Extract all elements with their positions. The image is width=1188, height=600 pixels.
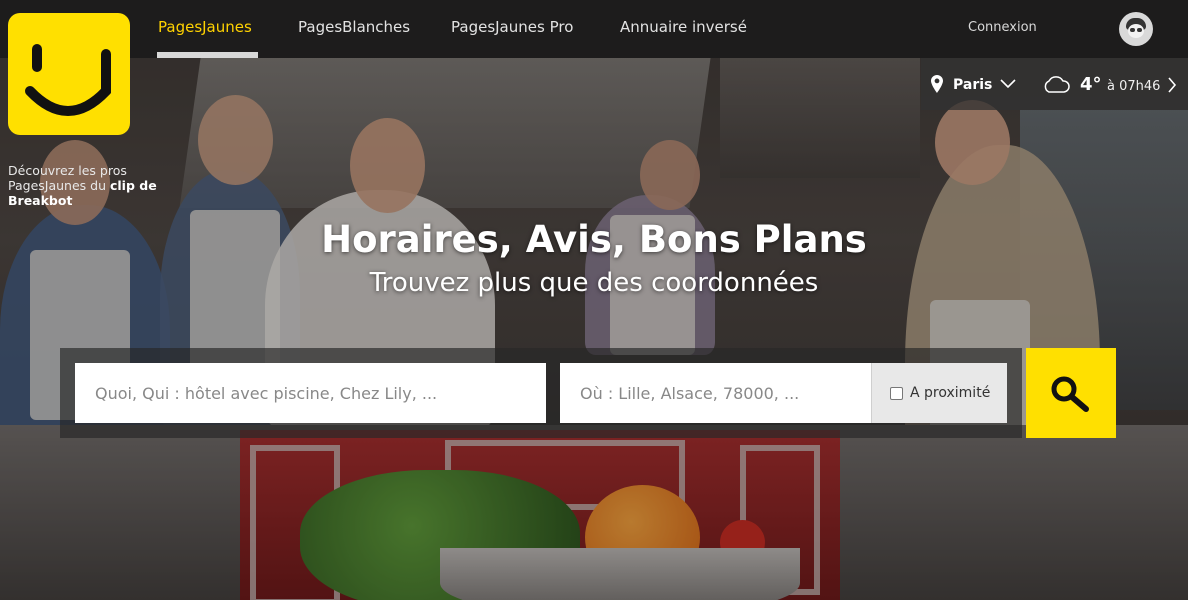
temperature: 4°: [1080, 74, 1102, 95]
city-selector[interactable]: Paris: [953, 77, 992, 93]
hero-title: Horaires, Avis, Bons Plans: [321, 218, 867, 261]
location-weather-bar: Paris 4° à 07h46: [921, 58, 1188, 110]
pagesjaunes-logo[interactable]: [8, 13, 130, 135]
login-link[interactable]: Connexion: [968, 20, 1037, 35]
nav-pagesjaunes[interactable]: PagesJaunes: [158, 18, 252, 36]
chevron-down-icon[interactable]: [1000, 77, 1016, 89]
magnifier-icon: [1051, 376, 1089, 412]
location-pin-icon: [931, 75, 943, 93]
nearby-toggle[interactable]: A proximité: [871, 363, 1007, 423]
what-search-input[interactable]: [75, 363, 546, 423]
where-search-input[interactable]: [560, 363, 871, 423]
nearby-label: A proximité: [910, 385, 991, 401]
nearby-checkbox[interactable]: [890, 387, 903, 400]
hero-subtitle: Trouvez plus que des coordonnées: [369, 268, 819, 298]
cloud-icon: [1044, 76, 1070, 93]
nav-pagesjaunes-pro[interactable]: PagesJaunes Pro: [451, 18, 573, 36]
nav-annuaire-inverse[interactable]: Annuaire inversé: [620, 18, 747, 36]
user-avatar-icon[interactable]: [1119, 12, 1153, 46]
nav-active-indicator: [157, 52, 258, 58]
promo-text: Découvrez les pros PagesJaunes du clip d…: [8, 163, 178, 208]
nav-pagesblanches[interactable]: PagesBlanches: [298, 18, 410, 36]
smiley-logo-icon: [25, 44, 111, 116]
search-button[interactable]: [1026, 348, 1116, 438]
weather-time: à 07h46: [1107, 79, 1161, 94]
chevron-right-icon[interactable]: [1167, 77, 1177, 93]
